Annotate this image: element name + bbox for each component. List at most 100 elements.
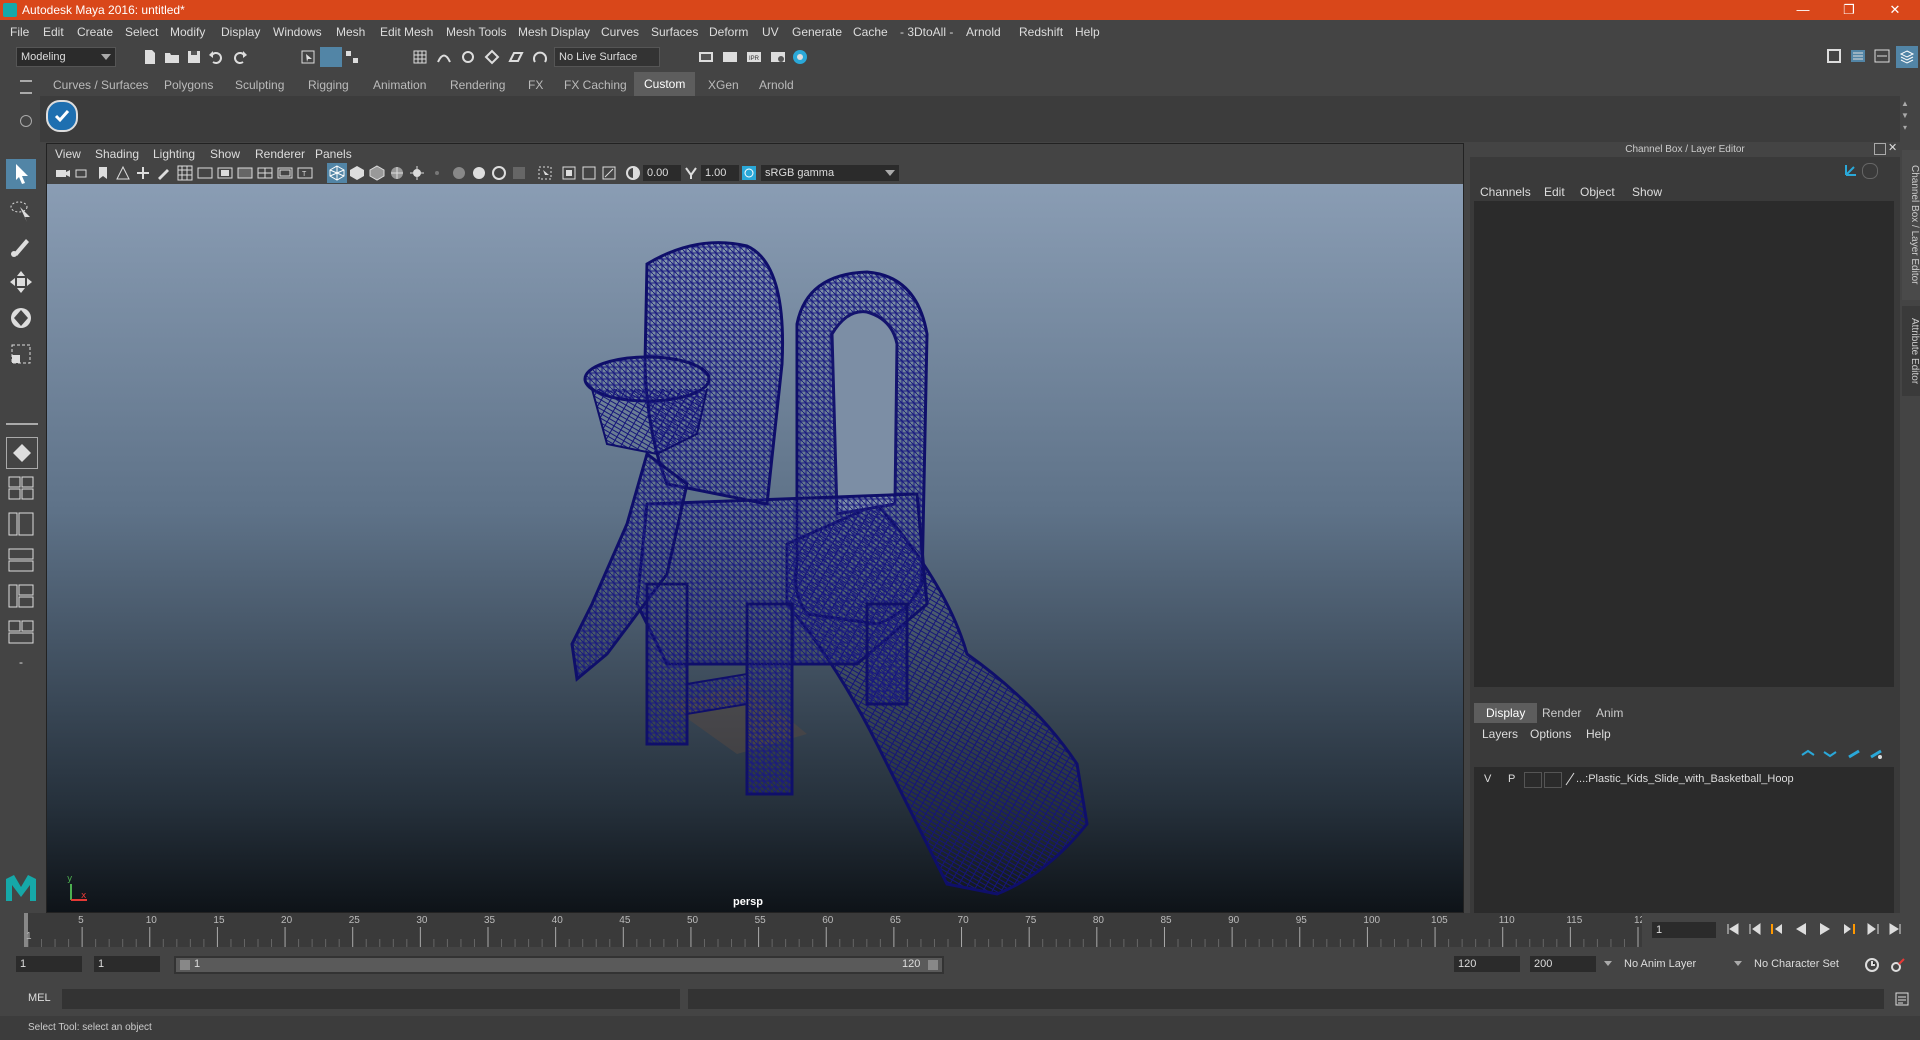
menu-select[interactable]: Select [125,25,158,39]
menu-edit-mesh[interactable]: Edit Mesh [380,25,433,39]
layer-menu-options[interactable]: Options [1530,727,1571,741]
range-slider[interactable]: 1 120 [174,956,944,974]
safe-title-icon[interactable]: T [297,165,313,181]
2d-pan-zoom-icon[interactable] [135,165,151,181]
menu-edit[interactable]: Edit [43,25,64,39]
menu-deform[interactable]: Deform [709,25,748,39]
side-tab-channel-box[interactable]: Channel Box / Layer Editor [1902,150,1920,300]
menu-create[interactable]: Create [77,25,113,39]
menu-mesh-tools[interactable]: Mesh Tools [446,25,506,39]
attribute-editor-toggle-icon[interactable] [1850,48,1866,64]
animation-start-field[interactable]: 1 [16,956,82,972]
tab-anim[interactable]: Anim [1584,703,1635,723]
vp-menu-renderer[interactable]: Renderer [255,147,305,161]
vp-menu-panels[interactable]: Panels [315,147,352,161]
tab-rigging[interactable]: Rigging [308,78,349,92]
step-back-icon[interactable] [1748,922,1762,936]
grid-toggle-icon[interactable] [177,165,193,181]
play-forwards-icon[interactable] [1818,922,1832,936]
playback-end-field[interactable]: 120 [1454,956,1520,972]
cb-menu-edit[interactable]: Edit [1544,185,1565,199]
field-chart-icon[interactable] [257,165,273,181]
hypershade-icon[interactable] [792,49,808,65]
xray-joints-icon[interactable] [471,165,487,181]
menu-cache[interactable]: Cache [853,25,888,39]
tab-polygons[interactable]: Polygons [164,78,213,92]
new-scene-icon[interactable] [142,49,158,65]
lasso-tool-button[interactable] [6,195,36,225]
cb-menu-channels[interactable]: Channels [1480,185,1531,199]
snap-grid-icon[interactable] [412,49,428,65]
range-slider-right-grip[interactable] [928,960,938,970]
layer-visibility-toggle[interactable]: V [1484,773,1491,785]
layer-menu-layers[interactable]: Layers [1482,727,1518,741]
menu-display[interactable]: Display [221,25,260,39]
layer-row[interactable]: V P ...:Plastic_Kids_Slide_with_Basketba… [1474,771,1894,789]
restore-icon[interactable]: ❐ [1826,0,1872,20]
persp-outliner-layout-button[interactable] [6,509,36,539]
resolution-gate-icon[interactable] [217,165,233,181]
tab-display[interactable]: Display [1474,703,1538,723]
menu-3dtoall[interactable]: - 3DtoAll - [900,25,953,39]
range-slider-handle[interactable] [176,958,942,972]
four-view-layout-button[interactable] [6,473,36,503]
snap-curve-icon[interactable] [436,49,452,65]
hypershade-layout-button[interactable] [6,581,36,611]
isolate-select-icon[interactable] [537,165,553,181]
use-all-lights-icon[interactable] [409,165,425,181]
close-panel-icon[interactable]: ✕ [1888,141,1897,154]
menu-file[interactable]: File [10,25,29,39]
chevron-down-icon[interactable] [1734,961,1742,966]
rotate-tool-button[interactable] [6,303,36,333]
safe-action-icon[interactable] [277,165,293,181]
menu-mesh[interactable]: Mesh [336,25,365,39]
tab-fx-caching[interactable]: FX Caching [564,78,627,92]
more-layouts-button[interactable]: - [6,655,36,675]
command-input[interactable] [62,989,680,1009]
go-to-start-icon[interactable] [1726,922,1740,936]
range-slider-left-grip[interactable] [180,960,190,970]
frame-all-icon[interactable] [561,165,577,181]
playback-start-field[interactable]: 1 [94,956,160,972]
layer-menu-help[interactable]: Help [1586,727,1611,741]
tab-curves-surfaces[interactable]: Curves / Surfaces [53,78,148,92]
ambient-occlusion-icon[interactable] [511,165,527,181]
modeling-toolkit-icon[interactable] [1826,48,1842,64]
bookmark-icon[interactable] [95,165,111,181]
close-icon[interactable]: ✕ [1872,0,1918,20]
menu-help[interactable]: Help [1075,25,1100,39]
layer-playback-toggle[interactable]: P [1508,773,1515,785]
render-current-icon[interactable] [722,49,738,65]
layer-type-toggle[interactable] [1524,772,1542,788]
select-by-hierarchy-icon[interactable] [300,49,316,65]
layer-name[interactable]: ...:Plastic_Kids_Slide_with_Basketball_H… [1576,773,1794,785]
menu-windows[interactable]: Windows [273,25,322,39]
shelf-menu-icon[interactable] [20,80,32,94]
exposure-field[interactable]: 0.00 [643,165,681,181]
smooth-shade-icon[interactable] [349,165,365,181]
gate-mask-icon[interactable] [237,165,253,181]
tab-xgen[interactable]: XGen [708,78,739,92]
view-transform-dropdown[interactable]: sRGB gamma [761,165,899,181]
shelf-scroll-arrows[interactable]: ▲ ▼ ▾ [1900,98,1910,134]
scale-tool-button[interactable] [6,339,36,369]
menu-mesh-display[interactable]: Mesh Display [518,25,590,39]
new-layer-icon[interactable] [1846,747,1862,761]
animation-preferences-icon[interactable] [1890,957,1906,973]
time-slider[interactable]: 5 10 15 20 25 30 35 40 45 50 55 60 65 70 75 80 85 90 95 100… [24,913,1651,947]
undo-icon[interactable] [208,49,224,65]
select-by-component-icon[interactable] [344,49,360,65]
auto-key-icon[interactable] [1864,957,1880,973]
select-tool-button[interactable] [6,159,36,189]
side-tab-attribute-editor[interactable]: Attribute Editor [1902,306,1920,396]
ipr-render-icon[interactable]: IPR [746,49,762,65]
film-gate-icon[interactable] [197,165,213,181]
camera-icon[interactable] [55,165,71,181]
play-backwards-icon[interactable] [1794,922,1808,936]
vp-menu-show[interactable]: Show [210,147,240,161]
gamma-field[interactable]: 1.00 [701,165,739,181]
vp-menu-lighting[interactable]: Lighting [153,147,195,161]
mode-dropdown[interactable]: Modeling [16,47,116,67]
paint-select-tool-button[interactable] [6,231,36,261]
save-scene-icon[interactable] [186,49,202,65]
